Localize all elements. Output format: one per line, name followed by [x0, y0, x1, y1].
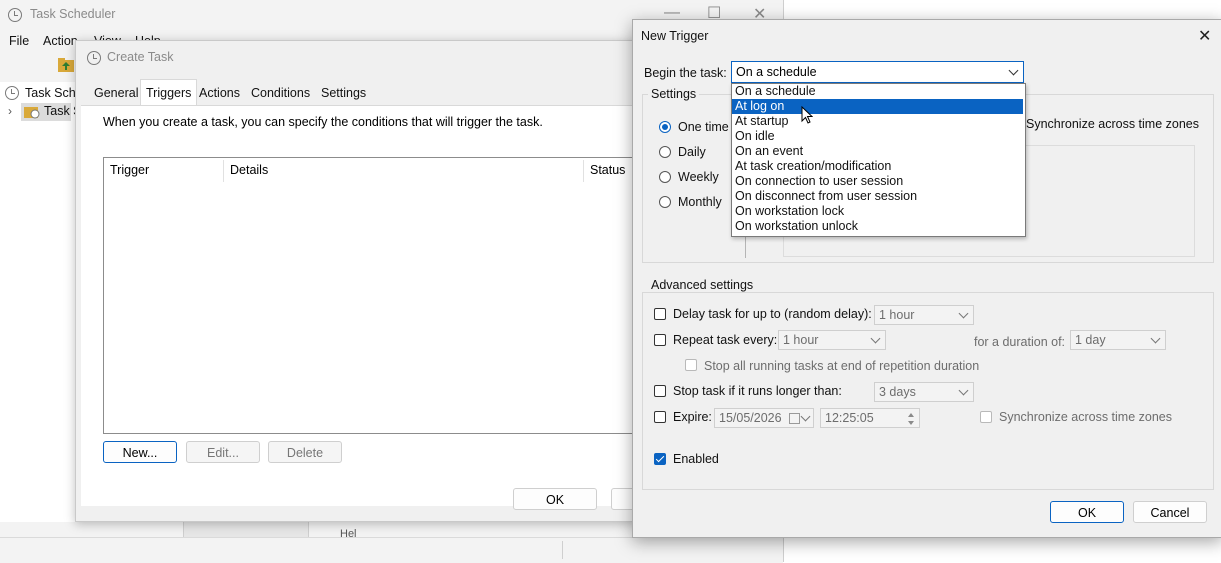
ok-button[interactable]: OK: [513, 488, 597, 510]
dropdown-option-at-startup[interactable]: At startup: [732, 114, 1023, 129]
enabled-checkbox[interactable]: [654, 453, 666, 465]
task-scheduler-icon: [8, 8, 22, 22]
chevron-down-icon: [958, 385, 969, 396]
dropdown-option-on-an-event[interactable]: On an event: [732, 144, 1023, 159]
folder-up-icon[interactable]: [57, 57, 75, 73]
tab-conditions[interactable]: Conditions: [246, 82, 315, 104]
chevron-down-icon: [1150, 333, 1161, 344]
folder-clock-icon: [24, 107, 40, 119]
task-scheduler-icon: [5, 86, 19, 100]
dropdown-option-on-a-schedule[interactable]: On a schedule: [732, 84, 1023, 99]
dialog-title: New Trigger: [641, 29, 709, 43]
tab-triggers[interactable]: Triggers: [140, 79, 198, 106]
begin-task-label: Begin the task:: [644, 66, 727, 80]
calendar-icon[interactable]: [789, 413, 800, 424]
status-bar: [0, 537, 783, 563]
chevron-down-icon: [958, 308, 969, 319]
create-task-icon: [87, 51, 101, 65]
radio-daily[interactable]: [659, 146, 671, 158]
spin-up-icon[interactable]: [908, 413, 914, 417]
stop-all-label[interactable]: Stop all running tasks at end of repetit…: [704, 359, 979, 373]
begin-task-dropdown[interactable]: On a schedule At log on At startup On id…: [731, 83, 1026, 237]
radio-weekly-label[interactable]: Weekly: [678, 170, 719, 184]
advanced-settings-label: Advanced settings: [648, 278, 757, 292]
column-status[interactable]: Status: [590, 163, 625, 177]
radio-one-time-label[interactable]: One time: [678, 120, 729, 134]
expire-time-value: 12:25:05: [825, 411, 874, 425]
stop-if-value: 3 days: [879, 385, 916, 399]
dropdown-option-at-log-on[interactable]: At log on: [732, 99, 1023, 114]
stop-all-checkbox[interactable]: [685, 359, 697, 371]
menu-action[interactable]: Action: [43, 34, 78, 48]
expire-date-picker[interactable]: 15/05/2026: [714, 408, 814, 428]
delay-value: 1 hour: [879, 308, 915, 322]
settings-label: Settings: [648, 87, 700, 101]
dropdown-option-on-connection[interactable]: On connection to user session: [732, 174, 1023, 189]
close-icon[interactable]: ✕: [1198, 26, 1211, 46]
radio-weekly[interactable]: [659, 171, 671, 183]
create-task-dialog: Create Task General Triggers Actions Con…: [75, 40, 645, 522]
status-divider: [562, 541, 563, 559]
repeat-value: 1 hour: [783, 333, 819, 347]
column-divider: [223, 160, 224, 182]
delete-button[interactable]: Delete: [268, 441, 342, 463]
ok-button[interactable]: OK: [1050, 501, 1124, 523]
stop-if-select[interactable]: 3 days: [874, 382, 974, 402]
mouse-pointer-icon: [801, 106, 813, 124]
radio-one-time[interactable]: [659, 121, 671, 133]
triggers-list[interactable]: Trigger Details Status: [103, 157, 645, 434]
expire-time-picker[interactable]: 12:25:05: [820, 408, 920, 428]
window-title: Task Scheduler: [30, 7, 116, 21]
enabled-label[interactable]: Enabled: [673, 452, 719, 466]
repeat-label[interactable]: Repeat task every:: [673, 333, 777, 347]
column-trigger[interactable]: Trigger: [110, 163, 149, 177]
dropdown-option-on-workstation-lock[interactable]: On workstation lock: [732, 204, 1023, 219]
spin-down-icon[interactable]: [908, 421, 914, 425]
expire-date-value: 15/05/2026: [719, 411, 782, 425]
chevron-down-icon: [800, 411, 811, 422]
expire-sync-label[interactable]: Synchronize across time zones: [999, 410, 1172, 424]
chevron-down-icon: [870, 333, 881, 344]
radio-monthly-label[interactable]: Monthly: [678, 195, 722, 209]
delay-select[interactable]: 1 hour: [874, 305, 974, 325]
duration-value: 1 day: [1075, 333, 1106, 347]
sync-time-zones-label[interactable]: Synchronize across time zones: [1026, 117, 1199, 131]
delay-label[interactable]: Delay task for up to (random delay):: [673, 307, 872, 321]
tab-settings[interactable]: Settings: [316, 82, 371, 104]
repeat-checkbox[interactable]: [654, 334, 666, 346]
begin-task-select[interactable]: On a schedule: [731, 61, 1024, 83]
begin-task-value: On a schedule: [736, 65, 817, 79]
dropdown-option-on-workstation-unlock[interactable]: On workstation unlock: [732, 219, 1023, 234]
chevron-right-icon[interactable]: ›: [8, 104, 12, 118]
new-button[interactable]: New...: [103, 441, 177, 463]
repeat-select[interactable]: 1 hour: [778, 330, 886, 350]
tab-general[interactable]: General: [89, 82, 143, 104]
expire-label[interactable]: Expire:: [673, 410, 712, 424]
edit-button[interactable]: Edit...: [186, 441, 260, 463]
duration-select[interactable]: 1 day: [1070, 330, 1166, 350]
radio-monthly[interactable]: [659, 196, 671, 208]
expire-checkbox[interactable]: [654, 411, 666, 423]
dropdown-option-on-idle[interactable]: On idle: [732, 129, 1023, 144]
chevron-down-icon: [1008, 65, 1019, 76]
stop-if-label[interactable]: Stop task if it runs longer than:: [673, 384, 842, 398]
tab-actions[interactable]: Actions: [194, 82, 245, 104]
triggers-description: When you create a task, you can specify …: [103, 115, 543, 129]
cancel-button[interactable]: Cancel: [1133, 501, 1207, 523]
dialog-title: Create Task: [107, 50, 174, 64]
radio-daily-label[interactable]: Daily: [678, 145, 706, 159]
dropdown-option-on-disconnect[interactable]: On disconnect from user session: [732, 189, 1023, 204]
stop-if-checkbox[interactable]: [654, 385, 666, 397]
menu-file[interactable]: File: [9, 34, 29, 48]
column-divider: [583, 160, 584, 182]
column-details[interactable]: Details: [230, 163, 268, 177]
expire-sync-checkbox[interactable]: [980, 411, 992, 423]
delay-checkbox[interactable]: [654, 308, 666, 320]
duration-label: for a duration of:: [974, 335, 1066, 349]
dropdown-option-at-task-creation[interactable]: At task creation/modification: [732, 159, 1023, 174]
